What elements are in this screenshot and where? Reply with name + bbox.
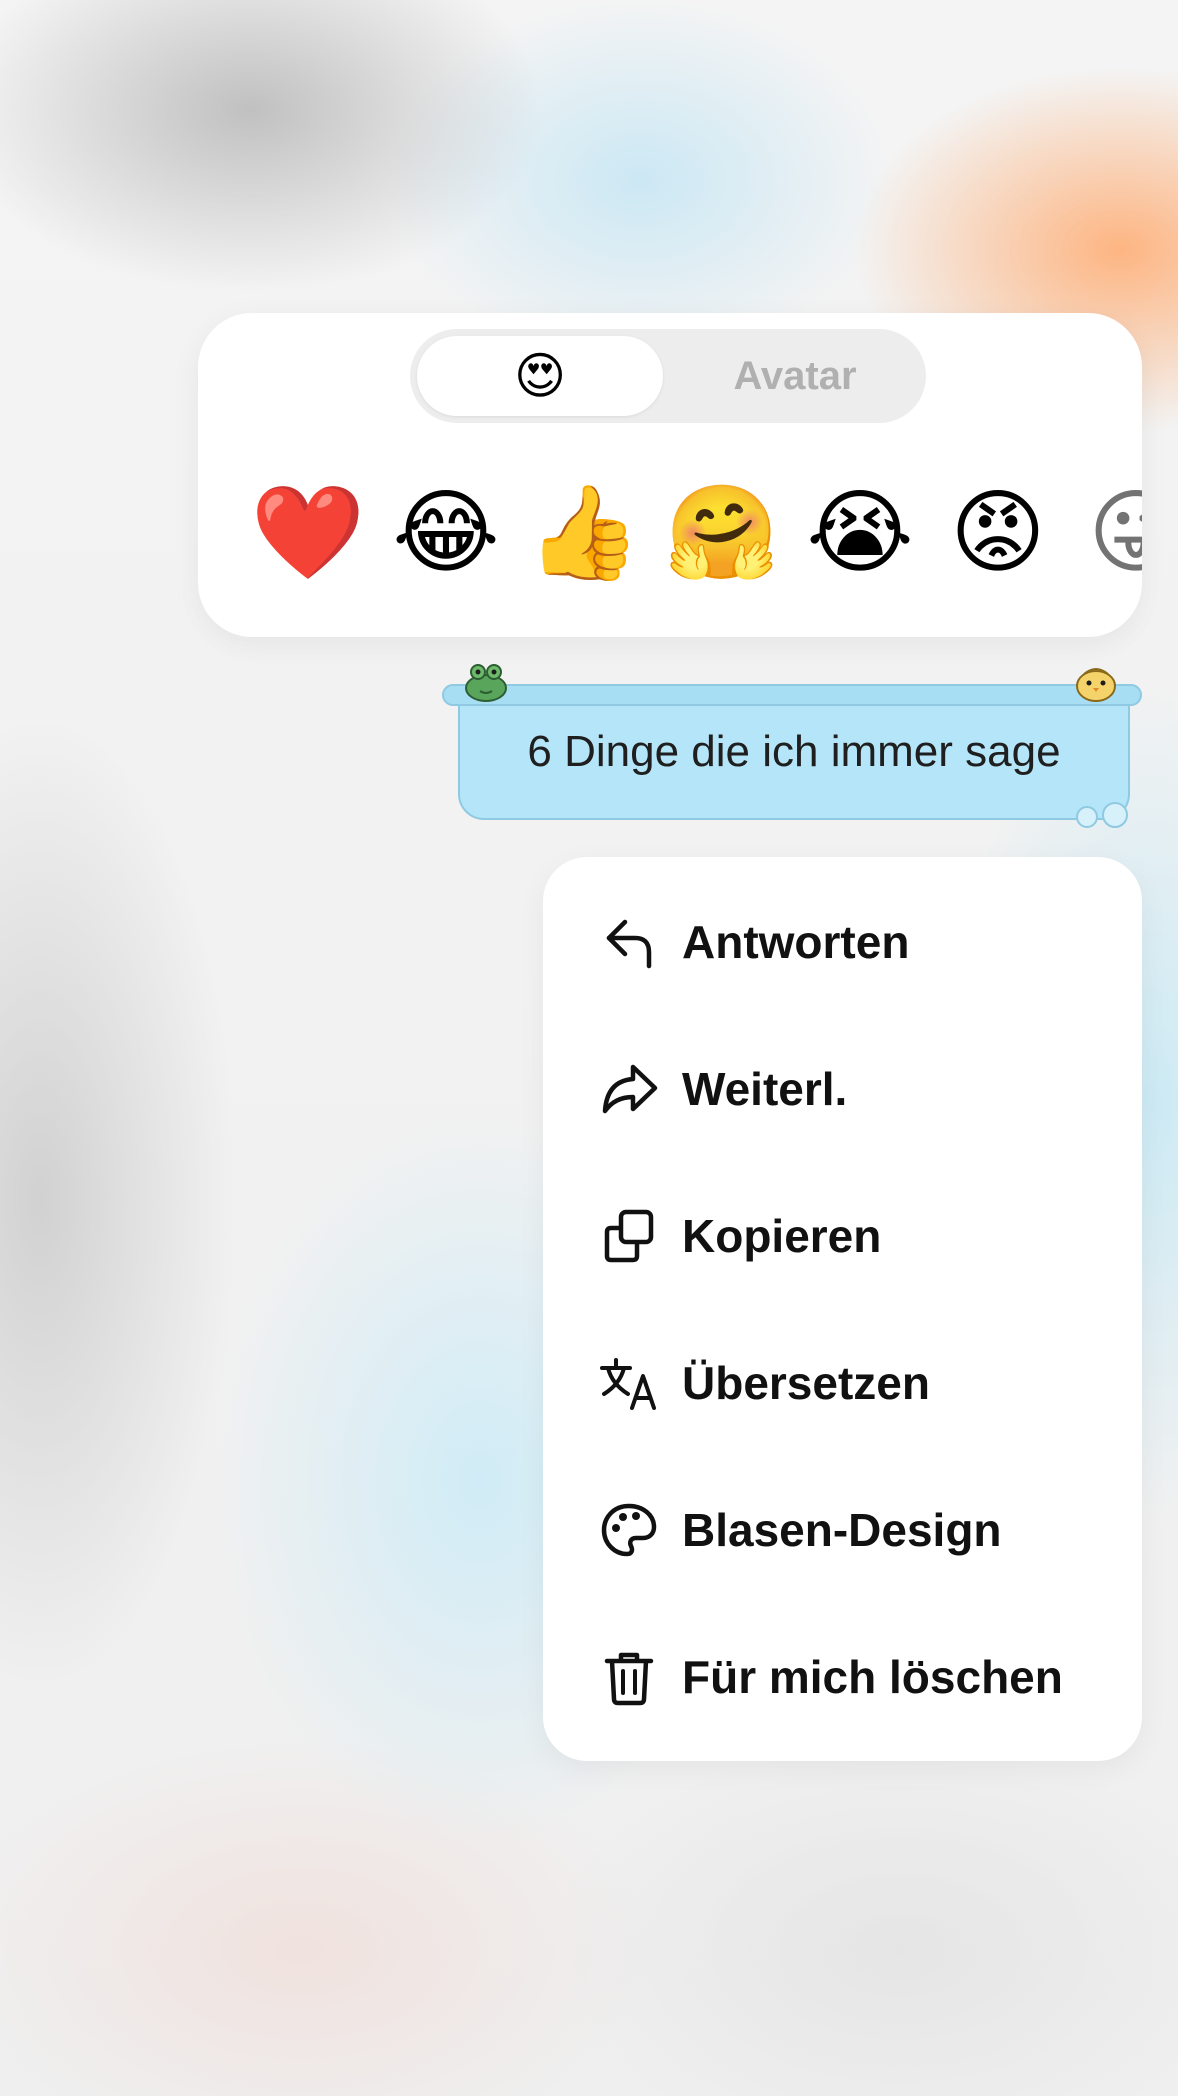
reaction-winking-tongue[interactable]: 😜	[1076, 473, 1142, 593]
reaction-tears-of-joy[interactable]: 😂	[386, 473, 506, 593]
menu-label-bubble-design: Blasen-Design	[682, 1503, 1002, 1556]
reaction-heart[interactable]: ❤️	[248, 473, 368, 593]
menu-label-reply: Antworten	[682, 915, 910, 968]
menu-item-copy[interactable]: Kopieren	[543, 1162, 1142, 1309]
reaction-hug[interactable]: 🤗	[662, 473, 782, 593]
reaction-thumbs-up[interactable]: 👍	[524, 473, 644, 593]
frog-sticker-icon	[465, 664, 507, 702]
chick-sticker-icon	[1076, 668, 1116, 702]
menu-item-reply[interactable]: Antworten	[543, 868, 1142, 1015]
message-bubble-container: 6 Dinge die ich immer sage	[440, 658, 1142, 836]
trash-icon	[597, 1645, 661, 1709]
message-text: 6 Dinge die ich immer sage	[527, 727, 1061, 776]
reaction-type-switch: 😍 Avatar	[410, 329, 926, 423]
tab-avatar[interactable]: Avatar	[672, 336, 918, 416]
reaction-angry[interactable]: 😡	[938, 473, 1058, 593]
tab-emoji[interactable]: 😍	[417, 336, 663, 416]
menu-item-bubble-design[interactable]: Blasen-Design	[543, 1456, 1142, 1603]
bubble-drop	[1076, 806, 1098, 828]
context-menu: Antworten Weiterl. Kopieren Übersetzen B…	[543, 857, 1142, 1761]
bubble-rim	[442, 684, 1142, 706]
palette-icon	[597, 1498, 661, 1562]
forward-icon	[597, 1057, 661, 1121]
menu-item-delete-for-me[interactable]: Für mich löschen	[543, 1603, 1142, 1750]
reply-icon	[597, 910, 661, 974]
menu-label-translate: Übersetzen	[682, 1356, 930, 1409]
translate-icon	[597, 1351, 661, 1415]
bubble-drop	[1102, 802, 1128, 828]
menu-label-delete-for-me: Für mich löschen	[682, 1650, 1063, 1703]
menu-item-translate[interactable]: Übersetzen	[543, 1309, 1142, 1456]
emoji-reaction-row: ❤️ 😂 👍 🤗 😭 😡 😜	[198, 473, 1142, 603]
copy-icon	[597, 1204, 661, 1268]
menu-label-copy: Kopieren	[682, 1209, 882, 1262]
reaction-panel: 😍 Avatar ❤️ 😂 👍 🤗 😭 😡 😜	[198, 313, 1142, 637]
reaction-crying[interactable]: 😭	[800, 473, 920, 593]
menu-item-forward[interactable]: Weiterl.	[543, 1015, 1142, 1162]
menu-label-forward: Weiterl.	[682, 1062, 848, 1115]
